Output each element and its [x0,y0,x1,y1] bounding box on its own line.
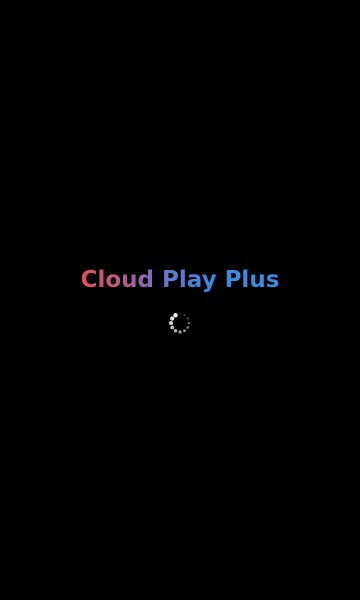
spinner-dot [186,326,190,329]
app-title: Cloud Play Plus [81,264,280,296]
spinner-dot [170,316,175,321]
spinner-svg [169,312,191,334]
spinner-dot [186,317,189,320]
spinner-dot [170,325,175,330]
spinner-dot [169,321,173,325]
spinner-dot [179,313,181,315]
splash-content: Cloud Play Plus [0,264,360,336]
spinner-dot [183,329,186,333]
spinner-dot [173,312,178,318]
spinner-dot [187,321,191,325]
spinner-dot [178,330,182,334]
spinner-dot [173,329,178,333]
spinner-dot [183,314,186,317]
splash-screen: Cloud Play Plus [0,0,360,600]
spinner-icon [167,310,193,336]
